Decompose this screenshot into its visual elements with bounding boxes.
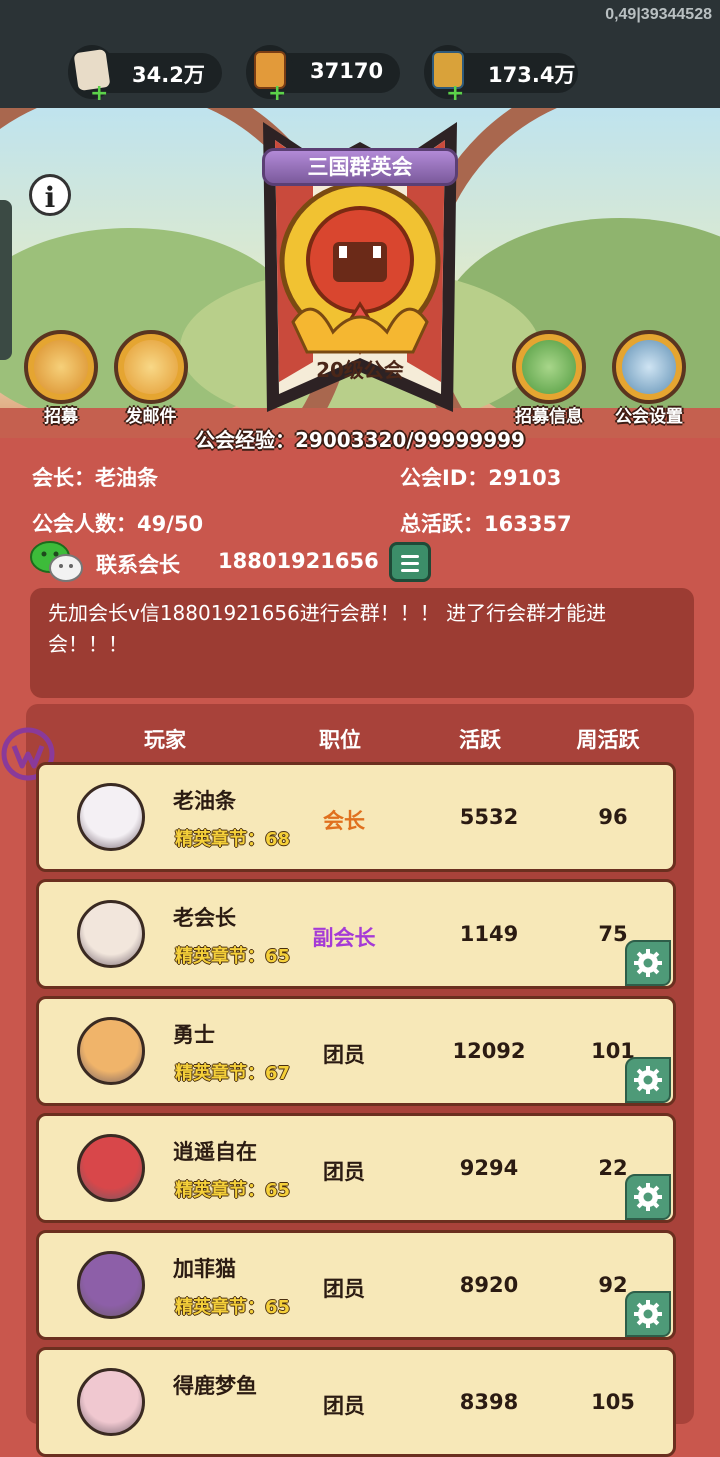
member-active: 5532	[459, 805, 519, 829]
plus-icon: +	[446, 81, 465, 106]
avatar[interactable]	[77, 900, 145, 968]
recruit-info-button[interactable]	[512, 330, 586, 404]
elite-chapter: 精英章节：67	[175, 1063, 291, 1084]
member-settings-gear-icon[interactable]	[625, 1174, 671, 1220]
member-active: 8920	[459, 1273, 519, 1297]
column-header-weekly-active: 周活跃	[576, 728, 640, 752]
member-weekly-active: 96	[598, 805, 628, 829]
member-position: 团员	[323, 1160, 365, 1184]
contact-number: 18801921656	[218, 549, 379, 573]
guild-notice: 先加会长v信18801921656进行会群！！！ 进了行会群才能进会！！！	[30, 588, 694, 698]
resource-city[interactable]: + 173.4万	[424, 45, 578, 105]
build-id-text: 0,49|39344528	[605, 6, 712, 23]
recruit-button[interactable]	[24, 330, 98, 404]
guild-id: 公会ID：29103	[400, 466, 562, 490]
avatar[interactable]	[77, 783, 145, 851]
plus-icon: +	[90, 81, 109, 106]
table-row[interactable]: 得鹿梦鱼团员 8398 105	[36, 1347, 676, 1457]
guild-level: 20级公会	[316, 358, 404, 382]
player-name: 逍遥自在	[173, 1140, 257, 1164]
table-row[interactable]: 逍遥自在 精英章节：65 团员 9294 22	[36, 1113, 676, 1223]
guild-settings-button[interactable]	[612, 330, 686, 404]
table-row[interactable]: 老会长 精英章节：65 副会长 1149 75	[36, 879, 676, 989]
guild-exp: 公会经验：29003320/99999999	[195, 428, 525, 452]
wechat-icon	[30, 541, 83, 582]
gear-icon	[622, 340, 676, 394]
plus-icon: +	[268, 81, 287, 106]
player-name: 得鹿梦鱼	[173, 1374, 257, 1398]
player-name: 老会长	[173, 906, 236, 930]
elite-chapter: 精英章节：65	[175, 1180, 291, 1201]
megaphone-icon	[34, 340, 88, 394]
guild-leader: 会长：老油条	[32, 466, 158, 490]
member-position: 会长	[323, 809, 365, 833]
table-row[interactable]: 勇士 精英章节：67 团员 12092 101	[36, 996, 676, 1106]
guild-name-plate: 三国群英会	[262, 148, 458, 186]
member-active: 8398	[459, 1390, 519, 1414]
copy-button[interactable]	[389, 542, 431, 582]
guild-member-count: 公会人数：49/50	[32, 512, 204, 536]
contact-leader-label: 联系会长	[96, 553, 180, 577]
member-settings-gear-icon[interactable]	[625, 1291, 671, 1337]
guild-total-active: 总活跃：163357	[400, 512, 572, 536]
resource-value: 37170	[310, 59, 384, 83]
resource-scroll[interactable]: + 34.2万	[68, 45, 222, 105]
info-button[interactable]: i	[29, 174, 71, 216]
avatar[interactable]	[77, 1134, 145, 1202]
member-settings-gear-icon[interactable]	[625, 940, 671, 986]
player-name: 勇士	[173, 1023, 215, 1047]
column-header-position: 职位	[319, 728, 361, 752]
mail-icon	[124, 340, 178, 394]
member-active: 1149	[459, 922, 519, 946]
table-row[interactable]: 加菲猫 精英章节：65 团员 8920 92	[36, 1230, 676, 1340]
elite-chapter: 精英章节：65	[175, 946, 291, 967]
table-row[interactable]: 老油条精英章节：68 会长 5532 96	[36, 762, 676, 872]
resource-value: 173.4万	[488, 63, 576, 87]
send-mail-button[interactable]	[114, 330, 188, 404]
member-settings-gear-icon[interactable]	[625, 1057, 671, 1103]
column-header-active: 活跃	[459, 728, 501, 752]
player-name: 老油条	[173, 789, 236, 813]
member-position: 团员	[323, 1277, 365, 1301]
member-active: 9294	[459, 1156, 519, 1180]
player-name: 加菲猫	[173, 1257, 236, 1281]
column-header-player: 玩家	[144, 728, 186, 752]
member-active: 12092	[452, 1039, 526, 1063]
elite-chapter: 精英章节：68	[175, 829, 291, 850]
member-position: 团员	[323, 1394, 365, 1418]
resource-battle[interactable]: + 37170	[246, 45, 400, 105]
member-weekly-active: 105	[591, 1390, 635, 1414]
avatar[interactable]	[77, 1368, 145, 1436]
members-icon	[522, 340, 576, 394]
resource-value: 34.2万	[132, 63, 205, 87]
avatar[interactable]	[77, 1017, 145, 1085]
member-position: 副会长	[312, 926, 376, 950]
member-position: 团员	[323, 1043, 365, 1067]
avatar[interactable]	[77, 1251, 145, 1319]
elite-chapter: 精英章节：65	[175, 1297, 291, 1318]
side-drawer-tab[interactable]	[0, 200, 12, 360]
top-resource-bar: 0,49|39344528 + 34.2万 + 37170 + 173.4万	[0, 0, 720, 108]
